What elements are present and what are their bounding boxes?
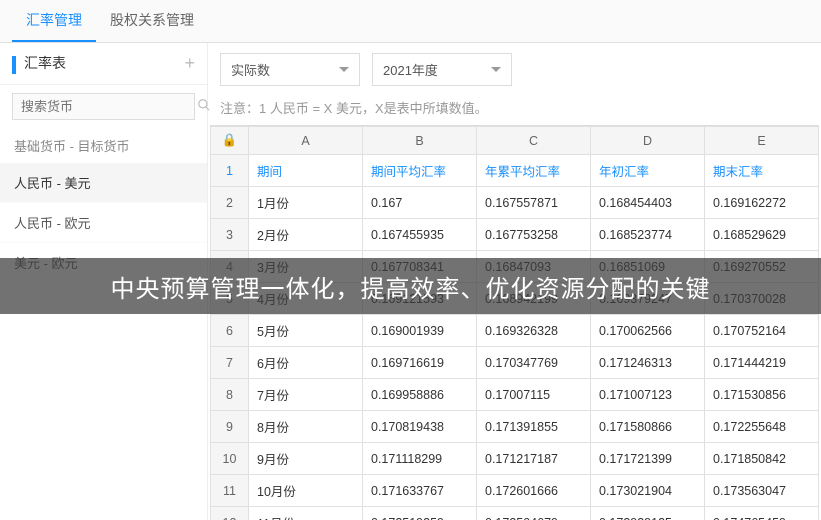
column-header[interactable]: C — [477, 127, 591, 155]
search-input-wrap — [12, 93, 195, 120]
cell[interactable]: 0.171444219 — [705, 347, 819, 379]
cell[interactable]: 0.167 — [363, 187, 477, 219]
currency-group-label: 基础货币 - 目标货币 — [0, 128, 207, 163]
table-row: 98月份0.1708194380.1713918550.1715808660.1… — [211, 411, 819, 443]
cell[interactable]: 8月份 — [249, 411, 363, 443]
table-row: 87月份0.1699588860.170071150.1710071230.17… — [211, 379, 819, 411]
row-number[interactable]: 8 — [211, 379, 249, 411]
cell[interactable]: 0.169326328 — [477, 315, 591, 347]
table-row: 21月份0.1670.1675578710.1684544030.1691622… — [211, 187, 819, 219]
table-row: 76月份0.1697166190.1703477690.1712463130.1… — [211, 347, 819, 379]
cell[interactable]: 0.169001939 — [363, 315, 477, 347]
period-select[interactable]: 2021年度 — [372, 53, 512, 86]
cell[interactable]: 0.172255648 — [705, 411, 819, 443]
cell[interactable]: 0.171530856 — [705, 379, 819, 411]
cell[interactable]: 0.171246313 — [591, 347, 705, 379]
cell[interactable]: 0.171391855 — [477, 411, 591, 443]
cell[interactable]: 0.169958886 — [363, 379, 477, 411]
currency-pair-item[interactable]: 人民币 - 美元 — [0, 163, 207, 203]
cell[interactable]: 0.171007123 — [591, 379, 705, 411]
cell[interactable]: 0.173021904 — [591, 475, 705, 507]
table-row: 65月份0.1690019390.1693263280.1700625660.1… — [211, 315, 819, 347]
field-header[interactable]: 期间平均汇率 — [363, 155, 477, 187]
cell[interactable]: 0.171850842 — [705, 443, 819, 475]
cell[interactable]: 7月份 — [249, 379, 363, 411]
cell[interactable]: 9月份 — [249, 443, 363, 475]
cell[interactable]: 0.170347769 — [477, 347, 591, 379]
cell[interactable]: 0.173563047 — [705, 475, 819, 507]
field-header[interactable]: 年累平均汇率 — [477, 155, 591, 187]
row-number[interactable]: 7 — [211, 347, 249, 379]
cell[interactable]: 0.171580866 — [591, 411, 705, 443]
row-number[interactable]: 10 — [211, 443, 249, 475]
field-header[interactable]: 年初汇率 — [591, 155, 705, 187]
sidebar-title: 汇率表 — [12, 53, 66, 74]
cell[interactable]: 1月份 — [249, 187, 363, 219]
cell[interactable]: 2月份 — [249, 219, 363, 251]
lock-icon: 🔒 — [211, 127, 249, 155]
cell[interactable]: 0.168529629 — [705, 219, 819, 251]
cell[interactable]: 0.167557871 — [477, 187, 591, 219]
cell[interactable]: 5月份 — [249, 315, 363, 347]
cell[interactable]: 0.171118299 — [363, 443, 477, 475]
add-icon[interactable]: + — [184, 53, 195, 74]
cell[interactable]: 0.167455935 — [363, 219, 477, 251]
cell[interactable]: 0.172601666 — [477, 475, 591, 507]
currency-pair-item[interactable]: 人民币 - 欧元 — [0, 203, 207, 243]
cell[interactable]: 0.171721399 — [591, 443, 705, 475]
table-row: 109月份0.1711182990.1712171870.1717213990.… — [211, 443, 819, 475]
cell[interactable]: 0.169162272 — [705, 187, 819, 219]
cell[interactable]: 0.169716619 — [363, 347, 477, 379]
row-number[interactable]: 1 — [211, 155, 249, 187]
cell[interactable]: 0.170062566 — [591, 315, 705, 347]
tab-rate-management[interactable]: 汇率管理 — [12, 0, 96, 42]
cell[interactable]: 0.170752164 — [705, 315, 819, 347]
cell[interactable]: 6月份 — [249, 347, 363, 379]
cell[interactable]: 0.170819438 — [363, 411, 477, 443]
cell[interactable]: 0.171217187 — [477, 443, 591, 475]
row-number[interactable]: 6 — [211, 315, 249, 347]
cell[interactable]: 0.167753258 — [477, 219, 591, 251]
cell[interactable]: 0.17007115 — [477, 379, 591, 411]
search-input[interactable] — [21, 99, 197, 114]
column-header[interactable]: E — [705, 127, 819, 155]
rate-grid[interactable]: 🔒 ABCDE 1期间期间平均汇率年累平均汇率年初汇率期末汇率21月份0.167… — [210, 125, 819, 520]
cell[interactable]: 10月份 — [249, 475, 363, 507]
hint-text: 注意：1 人民币 = X 美元，X是表中所填数值。 — [208, 96, 821, 125]
column-header[interactable]: D — [591, 127, 705, 155]
field-header[interactable]: 期末汇率 — [705, 155, 819, 187]
table-row: 1110月份0.1716337670.1726016660.1730219040… — [211, 475, 819, 507]
cell[interactable]: 0.168454403 — [591, 187, 705, 219]
table-row: 32月份0.1674559350.1677532580.1685237740.1… — [211, 219, 819, 251]
cell[interactable]: 0.171633767 — [363, 475, 477, 507]
row-number[interactable]: 2 — [211, 187, 249, 219]
overlay-banner: 中央预算管理一体化，提高效率、优化资源分配的关键 — [0, 258, 821, 314]
row-number[interactable]: 3 — [211, 219, 249, 251]
field-header[interactable]: 期间 — [249, 155, 363, 187]
column-header[interactable]: A — [249, 127, 363, 155]
tab-equity-management[interactable]: 股权关系管理 — [96, 0, 208, 42]
column-header[interactable]: B — [363, 127, 477, 155]
cell[interactable]: 0.168523774 — [591, 219, 705, 251]
row-number[interactable]: 9 — [211, 411, 249, 443]
row-number[interactable]: 11 — [211, 475, 249, 507]
data-type-select[interactable]: 实际数 — [220, 53, 360, 86]
